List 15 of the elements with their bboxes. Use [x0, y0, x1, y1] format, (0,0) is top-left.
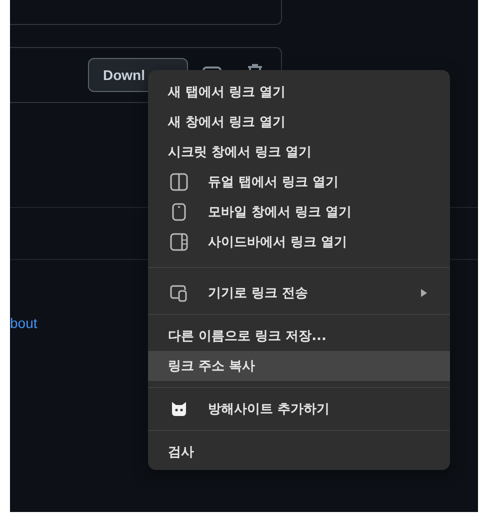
menu-item[interactable]: 시크릿 창에서 링크 열기 — [148, 137, 450, 167]
sidebar-icon — [169, 232, 189, 252]
cat-icon — [169, 399, 189, 419]
menu-item[interactable]: 기기로 링크 전송 — [148, 278, 450, 308]
menu-item[interactable]: 방해사이트 추가하기 — [148, 394, 450, 424]
menu-item[interactable]: 다른 이름으로 링크 저장... — [148, 321, 450, 351]
menu-item[interactable]: 듀얼 탭에서 링크 열기 — [148, 167, 450, 197]
menu-item[interactable]: 링크 주소 복사 — [148, 351, 450, 381]
menu-item[interactable]: 사이드바에서 링크 열기 — [148, 227, 450, 257]
split-view-icon — [169, 172, 189, 192]
devices-icon — [169, 283, 189, 303]
menu-item[interactable]: 검사 — [148, 437, 450, 467]
about-link[interactable]: bout — [10, 315, 38, 331]
menu-item[interactable]: 모바일 창에서 링크 열기 — [148, 197, 450, 227]
menu-item[interactable]: 새 창에서 링크 열기 — [148, 107, 450, 137]
